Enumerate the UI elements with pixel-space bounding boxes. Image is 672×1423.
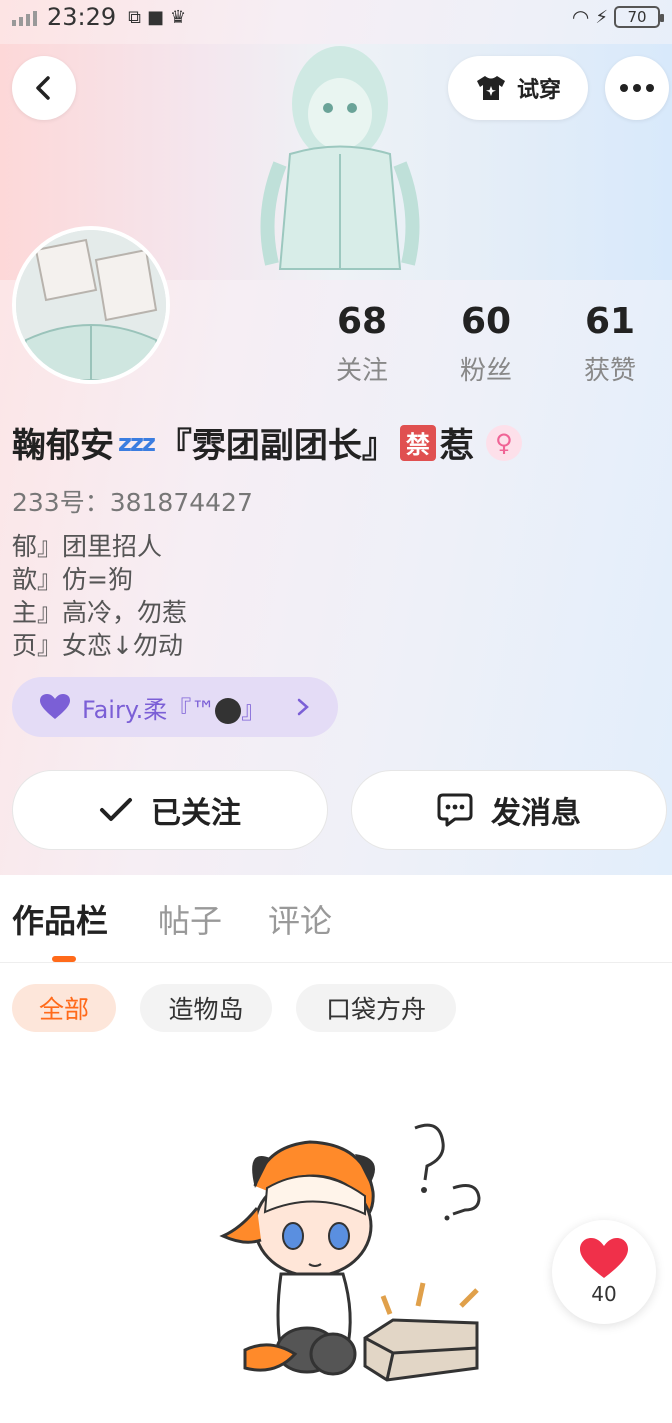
prohibited-emoji-icon: 禁 bbox=[399, 424, 436, 461]
filter-chip-creation-island[interactable]: 造物岛 bbox=[140, 984, 272, 1032]
fan-group-badge[interactable]: Fairy.柔『™ 』 bbox=[12, 677, 338, 737]
tab-posts[interactable]: 帖子 bbox=[158, 896, 222, 942]
fan-badge-text: Fairy.柔『™ 』 bbox=[82, 690, 265, 725]
more-dots-icon bbox=[620, 84, 654, 92]
tabs-divider bbox=[0, 962, 672, 963]
female-gender-icon: ♀ bbox=[485, 424, 522, 461]
stat-value: 60 bbox=[460, 301, 512, 342]
filter-chip-pocket-ark[interactable]: 口袋方舟 bbox=[296, 984, 456, 1032]
chevron-right-icon bbox=[297, 698, 309, 716]
battery-indicator: 70 bbox=[614, 6, 664, 28]
banner-character-image bbox=[260, 46, 420, 270]
send-message-button[interactable]: 发消息 bbox=[351, 770, 667, 850]
stat-label: 粉丝 bbox=[459, 356, 512, 386]
smiley-icon bbox=[215, 697, 242, 724]
message-bubble-icon bbox=[437, 793, 473, 827]
video-icon: ■ bbox=[147, 6, 165, 28]
stat-value: 68 bbox=[336, 301, 388, 342]
fan-badge-suffix: 』 bbox=[241, 695, 266, 724]
like-count: 40 bbox=[591, 1282, 617, 1306]
fan-badge-prefix: Fairy.柔『™ bbox=[82, 695, 216, 724]
stat-label: 关注 bbox=[335, 356, 388, 386]
tshirt-icon bbox=[476, 76, 505, 100]
signal-icon bbox=[12, 8, 37, 26]
charging-icon: ⚡ bbox=[595, 6, 608, 28]
username-part3: 惹 bbox=[439, 426, 474, 466]
stat-likes[interactable]: 61 获赞 bbox=[548, 300, 672, 387]
send-message-label: 发消息 bbox=[491, 796, 581, 831]
back-button[interactable] bbox=[12, 56, 76, 120]
bio-line: 页』女恋↓勿动 bbox=[12, 631, 183, 660]
stat-following[interactable]: 68 关注 bbox=[300, 300, 424, 387]
stat-followers[interactable]: 60 粉丝 bbox=[424, 300, 548, 387]
stat-value: 61 bbox=[584, 301, 636, 342]
username: 鞠郁安 zzz 『雰团副团长』 禁 惹 ♀ bbox=[12, 418, 522, 467]
heart-icon bbox=[580, 1238, 628, 1278]
empty-state-illustration bbox=[219, 1123, 481, 1382]
content-tabs: 作品栏 帖子 评论 bbox=[0, 890, 672, 962]
purple-heart-icon bbox=[40, 694, 70, 719]
filter-chip-all[interactable]: 全部 bbox=[12, 984, 116, 1032]
stat-label: 获赞 bbox=[583, 356, 636, 386]
crown-icon: ♛ bbox=[170, 6, 187, 28]
status-bar: 23:29 ⧉ ■ ♛ ◠ ⚡ 70 bbox=[0, 0, 672, 34]
avatar-image bbox=[16, 230, 166, 380]
wifi-icon: ◠ bbox=[571, 5, 590, 29]
sync-icon: ⧉ bbox=[128, 6, 142, 28]
battery-level: 70 bbox=[627, 8, 647, 26]
bio: 郁』团里招人 歆』仿=狗 主』高冷，勿惹 页』女恋↓勿动 bbox=[12, 530, 187, 662]
chevron-left-icon bbox=[36, 76, 50, 100]
bio-line: 郁』团里招人 bbox=[12, 532, 163, 561]
profile-stats: 68 关注 60 粉丝 61 获赞 bbox=[300, 300, 672, 387]
bio-line: 主』高冷，勿惹 bbox=[12, 598, 188, 627]
bio-line: 歆』仿=狗 bbox=[12, 565, 133, 594]
avatar[interactable] bbox=[12, 226, 170, 384]
checkmark-icon bbox=[100, 798, 132, 821]
like-float-button[interactable]: 40 bbox=[552, 1220, 656, 1324]
followed-label: 已关注 bbox=[151, 796, 241, 831]
username-part2: 『雰团副团长』 bbox=[157, 426, 396, 466]
zzz-emoji-icon: zzz bbox=[118, 428, 156, 457]
try-on-label: 试穿 bbox=[516, 78, 561, 103]
username-part1: 鞠郁安 bbox=[12, 426, 114, 466]
tab-works[interactable]: 作品栏 bbox=[12, 896, 108, 942]
more-options-button[interactable] bbox=[605, 56, 669, 120]
followed-button[interactable]: 已关注 bbox=[12, 770, 328, 850]
tab-comments[interactable]: 评论 bbox=[268, 896, 332, 942]
user-id: 233号：381874427 bbox=[12, 488, 253, 517]
try-on-button[interactable]: 试穿 bbox=[448, 56, 588, 120]
status-time: 23:29 bbox=[47, 3, 117, 31]
